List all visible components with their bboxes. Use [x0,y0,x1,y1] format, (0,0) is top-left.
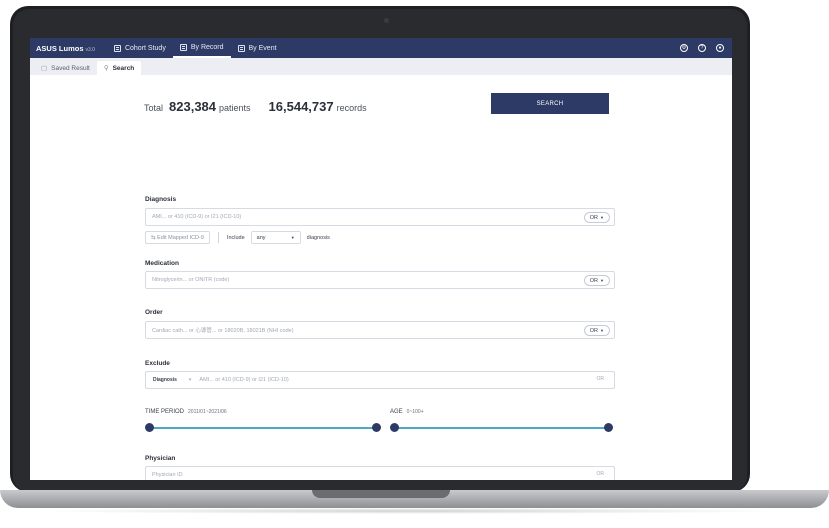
medication-logic-select[interactable]: OR ▼ [583,275,610,286]
tab-saved-result[interactable]: ▢ Saved Result [34,61,97,75]
help-icon[interactable]: ? [698,44,706,52]
age-label: AGE [390,409,403,415]
edit-mapped-icd9-button[interactable]: ⇆ Edit Mapped ICD-9 [145,231,210,244]
diagnosis-logic-select[interactable]: OR ▼ [583,212,610,223]
totals-summary: Total 823,384 patients 16,544,737 record… [144,99,385,114]
nav-tab-cohort-study[interactable]: Cohort Study [107,38,173,58]
exclude-input[interactable]: Diagnosis ▾ AMI... or 410 (ICD-9) or I21… [145,371,615,389]
medication-label: Medication [145,260,179,267]
time-period-max-handle[interactable] [372,423,381,432]
user-icon[interactable]: ● [716,44,724,52]
order-placeholder: Cardiac cath... or 心導管... or 18020B, 180… [152,328,294,334]
logic-value: OR [589,327,599,334]
age-track[interactable] [394,427,608,429]
physician-label: Physician [145,455,176,462]
chevron-down-icon: ▼ [600,215,604,220]
tab-label: Search [112,64,135,72]
tab-label: Saved Result [51,64,90,72]
time-period-value: 2011/01~2021/06 [188,409,227,415]
exclude-placeholder: AMI... or 410 (ICD-9) or I21 (ICD-10) [199,377,289,383]
divider [217,232,219,243]
include-value: any [256,234,266,241]
diagnosis-input[interactable]: AMI... or 410 (ICD-9) or I21 (ICD-10) OR… [145,208,615,226]
tab-search[interactable]: ⚲ Search [96,61,142,75]
logic-value: OR [589,214,599,221]
search-panel: Total 823,384 patients 16,544,737 record… [30,75,732,480]
saved-icon: ▢ [41,65,48,72]
time-period-label: TIME PERIOD [145,409,185,415]
chevron-down-icon: ▼ [290,235,295,240]
nav-tab-label: By Event [248,44,277,52]
age-value: 0~100+ [406,409,424,415]
laptop-shadow [30,508,790,514]
chevron-down-icon: ▼ [600,278,604,283]
brand-name: ASUS Lumos [36,43,84,53]
patients-unit: patients [219,103,251,113]
age-header: AGE 0~100+ [390,409,424,415]
record-icon [179,43,187,51]
nav-tab-by-record[interactable]: By Record [172,38,231,58]
physician-logic: OR [596,471,605,477]
edit-mapped-label: Edit Mapped ICD-9 [157,234,204,241]
totals-label: Total [144,103,164,113]
physician-placeholder: Physician ID [152,472,183,478]
chevron-down-icon: ▾ [188,377,192,383]
records-count: 16,544,737 [268,99,334,114]
time-period-track[interactable] [149,427,376,429]
settings-icon[interactable]: ⚙ [680,44,688,52]
include-suffix: diagnosis [306,234,330,241]
camera-icon [384,18,389,23]
nav-right-icons: ⚙ ? ● [680,44,724,52]
include-label: Include [226,234,245,241]
medication-input[interactable]: Nitroglycerin... or ONITR (code) OR ▼ [145,271,615,289]
patients-count: 823,384 [169,99,217,114]
diagnosis-placeholder: AMI... or 410 (ICD-9) or I21 (ICD-10) [152,214,242,220]
chevron-down-icon: ▼ [600,328,604,333]
cohort-icon [113,44,121,52]
medication-placeholder: Nitroglycerin... or ONITR (code) [152,277,230,283]
search-button[interactable]: SEARCH [491,93,609,114]
top-navbar: ASUS Lumos v3.0 Cohort Study By Record By… [30,38,732,58]
exclude-category[interactable]: Diagnosis [153,377,177,383]
brand-version: v3.0 [85,46,95,53]
nav-tab-by-event[interactable]: By Event [231,38,284,58]
time-period-header: TIME PERIOD 2011/01~2021/06 [145,409,227,415]
sub-tab-bar: ▢ Saved Result ⚲ Search [30,58,732,75]
order-label: Order [145,309,163,316]
age-min-handle[interactable] [390,423,399,432]
diagnosis-label: Diagnosis [145,196,177,203]
app-brand: ASUS Lumos v3.0 [36,44,95,53]
app-screen: ASUS Lumos v3.0 Cohort Study By Record By… [30,38,732,480]
exclude-label: Exclude [145,360,170,367]
records-unit: records [336,103,367,113]
search-icon: ⚲ [103,65,109,72]
laptop-mockup: ASUS Lumos v3.0 Cohort Study By Record By… [0,0,829,528]
diagnosis-options-row: ⇆ Edit Mapped ICD-9 Include any ▼ diagnos… [145,231,330,244]
nav-tab-label: Cohort Study [124,44,166,52]
order-input[interactable]: Cardiac cath... or 心導管... or 18020B, 180… [145,321,615,339]
nav-tab-label: By Record [190,43,224,51]
event-icon [237,44,245,52]
include-select[interactable]: any ▼ [250,231,301,244]
logic-value: OR [589,277,599,284]
exclude-logic: OR [596,376,605,382]
order-logic-select[interactable]: OR ▼ [583,325,610,336]
laptop-notch [312,490,450,498]
age-max-handle[interactable] [604,423,613,432]
physician-input[interactable]: Physician ID OR [145,466,615,480]
time-period-min-handle[interactable] [145,423,154,432]
